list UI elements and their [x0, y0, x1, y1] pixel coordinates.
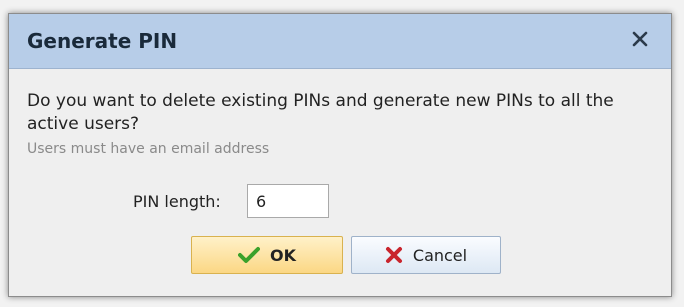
- close-icon: [632, 31, 648, 47]
- checkmark-icon: [238, 247, 260, 263]
- dialog-titlebar: Generate PIN: [9, 14, 671, 69]
- pin-length-row: PIN length:: [27, 184, 657, 220]
- generate-pin-dialog: Generate PIN Do you want to delete exist…: [8, 13, 672, 297]
- dialog-hint: Users must have an email address: [27, 141, 270, 157]
- dialog-buttons: OK Cancel: [9, 236, 671, 276]
- dialog-content: Do you want to delete existing PINs and …: [27, 90, 657, 218]
- dialog-message: Do you want to delete existing PINs and …: [27, 91, 614, 134]
- pin-length-input[interactable]: [247, 184, 329, 218]
- dialog-title: Generate PIN: [27, 29, 178, 53]
- pin-length-label: PIN length:: [133, 192, 221, 211]
- red-x-icon: [385, 247, 402, 263]
- cancel-button-label: Cancel: [412, 245, 468, 265]
- cancel-button[interactable]: Cancel: [351, 236, 501, 274]
- ok-button[interactable]: OK: [191, 236, 343, 274]
- ok-button-label: OK: [270, 245, 296, 265]
- close-button[interactable]: [629, 28, 651, 50]
